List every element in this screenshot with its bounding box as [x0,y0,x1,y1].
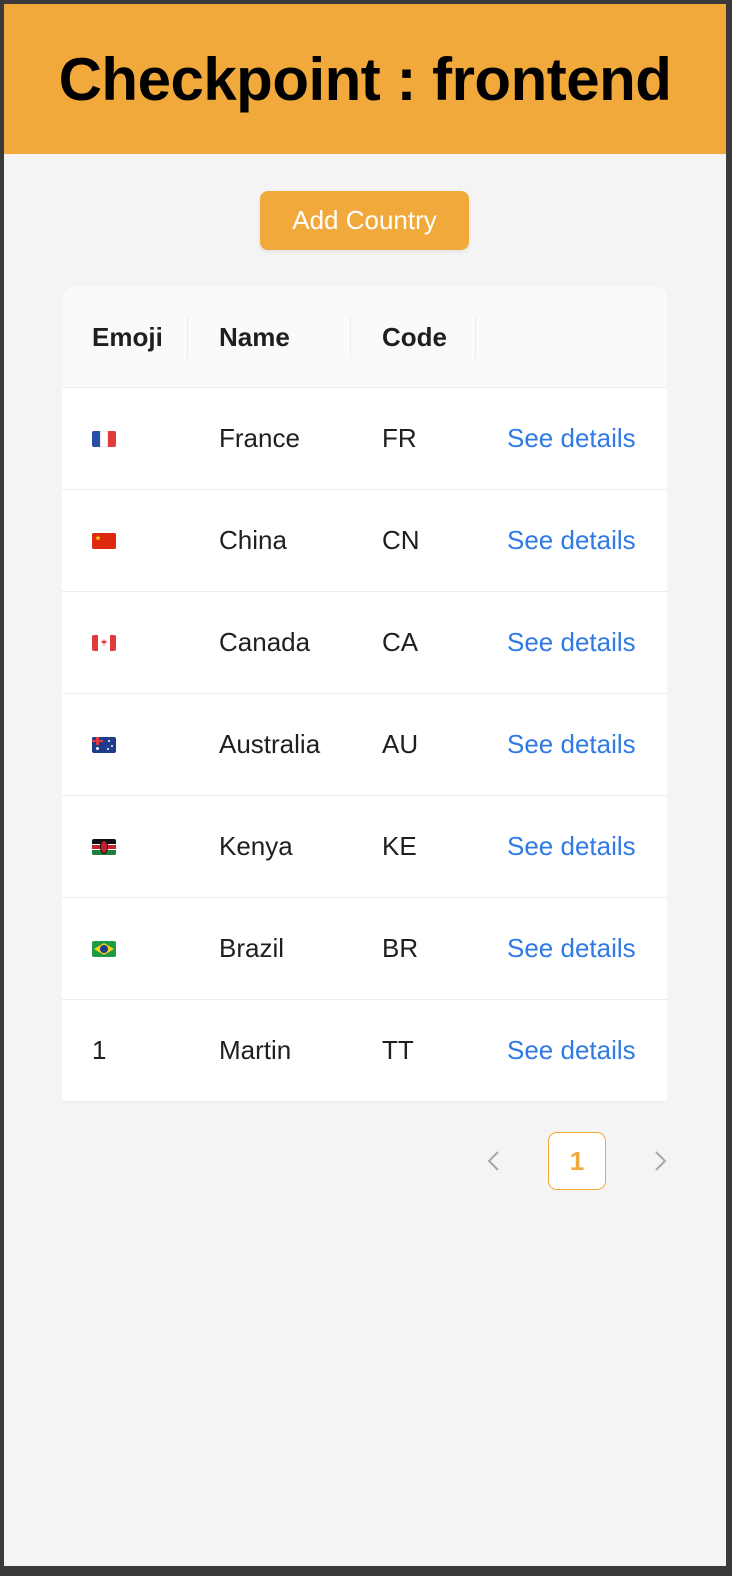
table-row: France FR See details [62,388,667,490]
cell-name: Brazil [219,933,285,963]
table-row: China CN See details [62,490,667,592]
cell-actions: See details [476,729,667,760]
cell-code: CN [382,525,420,555]
flag-au-icon [92,737,116,753]
cell-name: Canada [219,627,311,657]
flag-ke-icon [92,839,116,855]
column-header-name: Name [188,287,351,387]
cell-actions: See details [476,525,667,556]
page-header: Checkpoint : frontend [4,4,726,154]
cell-code: CA [382,627,419,657]
cell-emoji [62,729,188,760]
table-row: Brazil BR See details [62,898,667,1000]
column-label: Emoji [92,321,163,352]
page-title: Checkpoint : frontend [58,45,672,113]
see-details-link[interactable]: See details [507,1035,636,1065]
see-details-link[interactable]: See details [507,627,636,657]
cell-code: TT [382,1035,414,1065]
flag-ca-icon [92,635,116,651]
cell-code: FR [382,423,417,453]
flag-br-icon [92,941,116,957]
see-details-link[interactable]: See details [507,729,636,759]
cell-code: AU [382,729,419,759]
cell-emoji: 1 [62,1035,188,1066]
pagination: 1 [474,1132,680,1190]
column-label: Code [382,321,447,352]
table-row: Canada CA See details [62,592,667,694]
cell-actions: See details [476,933,667,964]
table-row: Australia AU See details [62,694,667,796]
emoji-text: 1 [92,1035,107,1065]
chevron-left-icon[interactable] [474,1132,514,1190]
cell-actions: See details [476,1035,667,1066]
cell-actions: See details [476,627,667,658]
cell-emoji [62,933,188,964]
cell-name: Martin [219,1035,292,1065]
see-details-link[interactable]: See details [507,831,636,861]
column-header-emoji: Emoji [62,287,188,387]
see-details-link[interactable]: See details [507,933,636,963]
add-country-button[interactable]: Add Country [260,191,469,250]
cell-actions: See details [476,831,667,862]
cell-name: Australia [219,729,321,759]
table-row: 1 Martin TT See details [62,1000,667,1102]
flag-fr-icon [92,431,116,447]
flag-cn-icon [92,533,116,549]
countries-table: Emoji Name Code France FR See details China… [62,287,667,1102]
see-details-link[interactable]: See details [507,525,636,555]
table-body: France FR See details China CN See details Can… [62,388,667,1102]
column-header-code: Code [351,287,476,387]
column-label: Name [219,321,290,352]
cell-emoji [62,423,188,454]
table-row: Kenya KE See details [62,796,667,898]
cell-name: France [219,423,300,453]
cell-name: Kenya [219,831,293,861]
chevron-right-icon[interactable] [640,1132,680,1190]
cell-code: BR [382,933,419,963]
column-header-actions [476,287,667,387]
cell-code: KE [382,831,417,861]
cell-emoji [62,831,188,862]
cell-emoji [62,525,188,556]
app-frame: Checkpoint : frontend Add Country Emoji … [4,4,726,1566]
see-details-link[interactable]: See details [507,423,636,453]
table-header: Emoji Name Code [62,287,667,388]
cell-actions: See details [476,423,667,454]
page-number-button[interactable]: 1 [548,1132,606,1190]
cell-emoji [62,627,188,658]
cell-name: China [219,525,287,555]
